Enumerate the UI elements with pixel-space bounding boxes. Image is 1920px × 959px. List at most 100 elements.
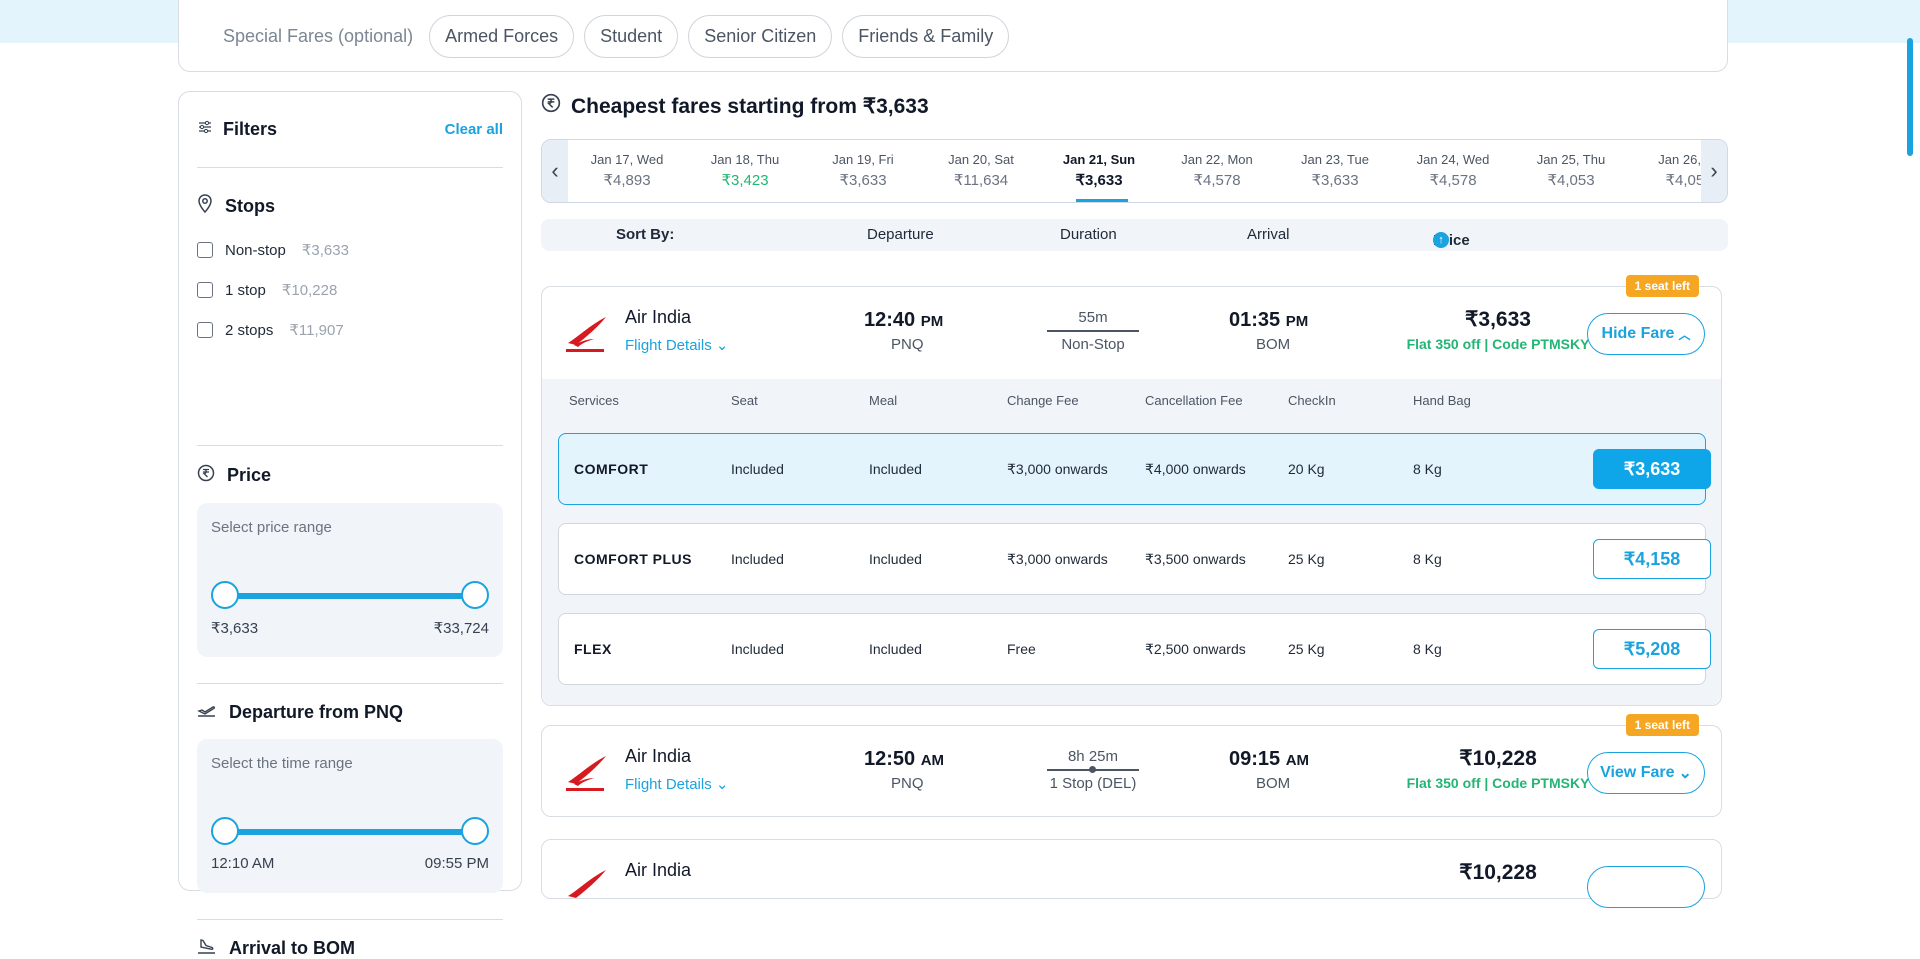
chip-armed-forces[interactable]: Armed Forces (429, 14, 575, 58)
date-price: ₹4,578 (1429, 172, 1477, 189)
fare-name: FLEX (574, 641, 612, 657)
price-min-handle[interactable] (211, 581, 239, 609)
chevron-down-icon: ⌄ (1678, 765, 1692, 782)
rupee-circle-icon (197, 464, 215, 487)
stop-option-2stops[interactable]: 2 stops ₹11,907 (197, 321, 503, 339)
arrival-section: Arrival to BOM (197, 919, 503, 959)
special-fares-label: Special Fares (optional) (223, 25, 414, 46)
arrival-time: 09:15 AM (1229, 748, 1309, 771)
chip-friends-family[interactable]: Friends & Family (842, 14, 1010, 58)
date-item-selected[interactable]: Jan 21, Sun ₹3,633 (1040, 140, 1158, 202)
price-title: Price (227, 465, 272, 485)
departure-time: 12:50 AM (864, 748, 944, 771)
sliders-icon (197, 119, 213, 140)
sort-arrival[interactable]: Arrival (1247, 226, 1290, 243)
air-india-logo (568, 870, 606, 898)
fare-seat: Included (731, 551, 784, 567)
price-max-handle[interactable] (461, 581, 489, 609)
departure-max-value: 09:55 PM (424, 855, 489, 872)
fare-row-comfort-plus[interactable]: COMFORT PLUS Included Included ₹3,000 on… (558, 523, 1711, 595)
date-item[interactable]: Jan 22, Mon ₹4,578 (1158, 140, 1276, 202)
hide-fare-button[interactable]: Hide Fare ︿ (1587, 313, 1705, 355)
fare-price-button[interactable]: ₹5,208 (1593, 629, 1711, 669)
fare-price-button[interactable]: ₹3,633 (1593, 449, 1711, 489)
date-item[interactable]: Jan 19, Fri ₹3,633 (804, 140, 922, 202)
arrival-title: Arrival to BOM (229, 938, 356, 958)
stop-price: ₹10,228 (281, 282, 338, 299)
view-fare-button[interactable] (1587, 866, 1705, 908)
date-strip: ‹ Jan 17, Wed ₹4,893 Jan 18, Thu ₹3,423 Ja… (541, 139, 1728, 203)
date-item[interactable]: Jan 17, Wed ₹4,893 (568, 140, 686, 202)
flight-price: ₹10,228 (1459, 861, 1537, 884)
fare-hand-bag: 8 Kg (1413, 641, 1442, 657)
date-item[interactable]: Jan 24, Wed ₹4,578 (1394, 140, 1512, 202)
date-label: Jan 19, Fri (832, 152, 894, 167)
rupee-circle-icon (541, 93, 561, 119)
departure-ampm: AM (920, 752, 945, 769)
fare-price-button[interactable]: ₹4,158 (1593, 539, 1711, 579)
chip-senior-citizen[interactable]: Senior Citizen (688, 14, 833, 58)
stop-option-nonstop[interactable]: Non-stop ₹3,633 (197, 241, 503, 259)
stop-label: 1 stop (225, 281, 266, 299)
flight-price: ₹3,633 (1465, 308, 1531, 331)
date-label: Jan 20, Sat (948, 152, 1014, 167)
air-india-logo (566, 756, 606, 791)
departure-min-handle[interactable] (211, 817, 239, 845)
view-fare-label: View Fare (1600, 764, 1675, 781)
chip-student[interactable]: Student (584, 14, 679, 58)
price-section: Price Select price range ₹3,633 ₹33,724 (197, 446, 503, 657)
filters-sidebar: Filters Clear all Stops Non-stop ₹3,633 … (178, 91, 522, 958)
arrival-time-value: 01:35 (1229, 309, 1281, 331)
arrow-up-icon: ↑ (1433, 232, 1449, 248)
sort-duration[interactable]: Duration (1060, 226, 1117, 243)
cheapest-fares-title: Cheapest fares starting from ₹3,633 (571, 94, 929, 118)
price-range-track[interactable] (225, 593, 475, 599)
fare-checkin: 20 Kg (1288, 461, 1325, 477)
clear-all-link[interactable]: Clear all (445, 121, 503, 138)
departure-range-track[interactable] (225, 829, 475, 835)
duration: 55m (1078, 309, 1108, 326)
chevron-left-icon: ‹ (551, 158, 559, 183)
flight-details-link[interactable]: Flight Details ⌄ (625, 775, 728, 793)
departure-max-handle[interactable] (461, 817, 489, 845)
date-next-button[interactable]: › (1701, 140, 1727, 202)
fare-name: COMFORT (574, 461, 649, 477)
date-item[interactable]: Jan 25, Thu ₹4,053 (1512, 140, 1630, 202)
fare-meal: Included (869, 551, 922, 567)
departure-range-label: Select the time range (211, 755, 353, 772)
chevron-down-icon: ⌄ (715, 337, 729, 354)
sort-departure[interactable]: Departure (867, 226, 934, 243)
scrollbar-thumb[interactable] (1907, 38, 1913, 156)
stop-dot (1089, 766, 1096, 773)
date-prev-button[interactable]: ‹ (542, 140, 568, 202)
fare-change-fee: ₹3,000 onwards (1007, 551, 1108, 567)
fare-row-comfort[interactable]: COMFORT Included Included ₹3,000 onwards… (558, 433, 1711, 505)
header-change-fee: Change Fee (1007, 393, 1079, 408)
fare-checkin: 25 Kg (1288, 641, 1325, 657)
header-cancellation-fee: Cancellation Fee (1145, 393, 1243, 408)
departure-range-box: Select the time range 12:10 AM 09:55 PM (197, 739, 503, 893)
stop-price: ₹11,907 (289, 322, 344, 339)
date-item[interactable]: Jan 18, Thu ₹3,423 (686, 140, 804, 202)
flight-card: Air India ₹10,228 (541, 839, 1722, 908)
departure-time: 12:40 PM (864, 309, 943, 332)
arrival-code: BOM (1256, 336, 1291, 353)
fare-cancellation-fee: ₹4,000 onwards (1145, 461, 1246, 477)
date-item[interactable]: Jan 20, Sat ₹11,634 (922, 140, 1040, 202)
stop-option-1stop[interactable]: 1 stop ₹10,228 (197, 281, 503, 299)
view-fare-button[interactable]: View Fare ⌄ (1587, 752, 1705, 794)
date-label: Jan 21, Sun (1062, 152, 1136, 167)
checkbox[interactable] (197, 242, 213, 258)
fare-change-fee: ₹3,000 onwards (1007, 461, 1108, 477)
price-range-label: Select price range (211, 519, 332, 536)
date-label: Jan 25, Thu (1536, 152, 1606, 167)
arrival-ampm: PM (1285, 313, 1309, 330)
price-min-value: ₹3,633 (211, 620, 259, 637)
fare-meal: Included (869, 641, 922, 657)
arrival-time-value: 09:15 (1229, 748, 1281, 770)
checkbox[interactable] (197, 322, 213, 338)
checkbox[interactable] (197, 282, 213, 298)
date-item[interactable]: Jan 23, Tue ₹3,633 (1276, 140, 1394, 202)
flight-details-link[interactable]: Flight Details ⌄ (625, 336, 728, 354)
fare-row-flex[interactable]: FLEX Included Included Free ₹2,500 onwar… (558, 613, 1711, 685)
